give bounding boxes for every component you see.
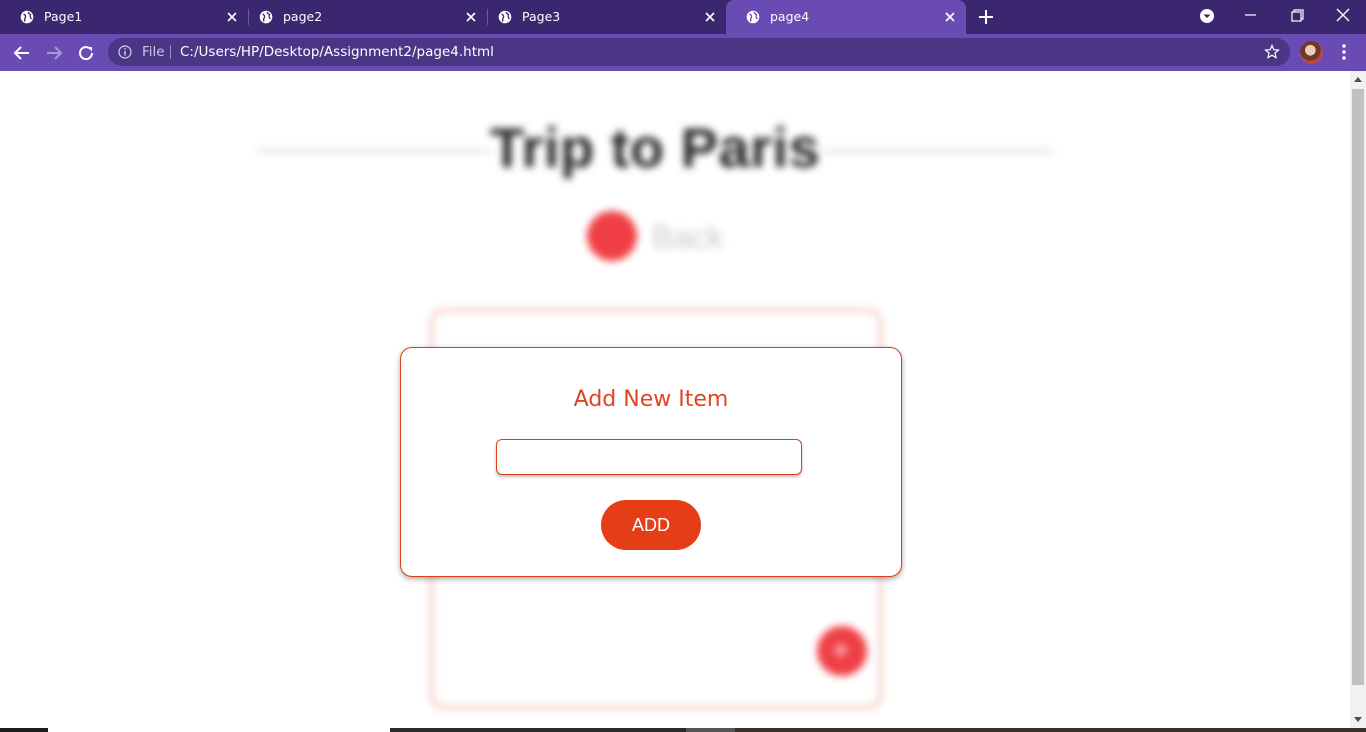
minimize-icon[interactable] bbox=[1239, 5, 1263, 27]
tab-title: page2 bbox=[283, 9, 323, 24]
arrow-left-icon[interactable] bbox=[10, 41, 34, 65]
close-icon[interactable] bbox=[463, 9, 479, 25]
globe-icon bbox=[498, 10, 512, 24]
globe-icon bbox=[746, 10, 760, 24]
scroll-thumb[interactable] bbox=[1352, 89, 1364, 685]
star-icon[interactable] bbox=[1264, 44, 1280, 60]
profile-avatar[interactable] bbox=[1300, 41, 1323, 64]
vertical-scrollbar[interactable] bbox=[1350, 71, 1366, 728]
scroll-up-arrow-icon[interactable] bbox=[1354, 77, 1362, 82]
new-tab-plus-icon[interactable] bbox=[976, 7, 996, 27]
new-item-input[interactable] bbox=[496, 439, 802, 475]
page-title: Trip to Paris bbox=[490, 116, 821, 179]
back-button-circle bbox=[587, 211, 637, 261]
tab-title: page4 bbox=[770, 9, 810, 24]
back-label: Back bbox=[652, 219, 724, 255]
close-icon[interactable] bbox=[224, 9, 240, 25]
kebab-menu-icon[interactable] bbox=[1336, 42, 1352, 62]
reload-icon[interactable] bbox=[74, 41, 98, 65]
restore-icon[interactable] bbox=[1285, 5, 1309, 27]
close-icon[interactable] bbox=[702, 9, 718, 25]
tab-search-icon[interactable] bbox=[1195, 5, 1219, 27]
close-icon[interactable] bbox=[942, 9, 958, 25]
close-window-icon[interactable] bbox=[1331, 5, 1355, 27]
page-viewport: Trip to Paris Back + Add New Item ADD bbox=[0, 71, 1350, 728]
scheme-label: File bbox=[142, 44, 165, 60]
title-rule-right bbox=[822, 150, 1052, 152]
modal-title: Add New Item bbox=[573, 387, 729, 412]
browser-toolbar: File C:/Users/HP/Desktop/Assignment2/pag… bbox=[0, 34, 1366, 71]
globe-icon bbox=[20, 10, 34, 24]
title-rule-left bbox=[256, 150, 490, 152]
globe-icon bbox=[259, 10, 273, 24]
scroll-down-arrow-icon[interactable] bbox=[1354, 717, 1362, 722]
omnibox-divider bbox=[170, 45, 171, 59]
info-icon[interactable] bbox=[118, 45, 132, 59]
tab-page4[interactable]: page4 bbox=[726, 0, 966, 34]
address-bar[interactable]: File C:/Users/HP/Desktop/Assignment2/pag… bbox=[108, 38, 1290, 66]
plus-icon: + bbox=[832, 634, 850, 667]
arrow-right-icon[interactable] bbox=[42, 41, 66, 65]
add-item-modal: Add New Item ADD bbox=[400, 347, 902, 577]
tab-strip: Page1 page2 Page3 page4 bbox=[0, 0, 1366, 34]
tab-title: Page1 bbox=[44, 9, 83, 24]
add-button[interactable]: ADD bbox=[601, 500, 701, 550]
tab-title: Page3 bbox=[522, 9, 561, 24]
tab-page3[interactable]: Page3 bbox=[478, 0, 726, 34]
taskbar-edge bbox=[0, 728, 1366, 732]
tab-page2[interactable]: page2 bbox=[239, 0, 487, 34]
url-text[interactable]: C:/Users/HP/Desktop/Assignment2/page4.ht… bbox=[180, 44, 494, 60]
tab-page1[interactable]: Page1 bbox=[0, 0, 248, 34]
